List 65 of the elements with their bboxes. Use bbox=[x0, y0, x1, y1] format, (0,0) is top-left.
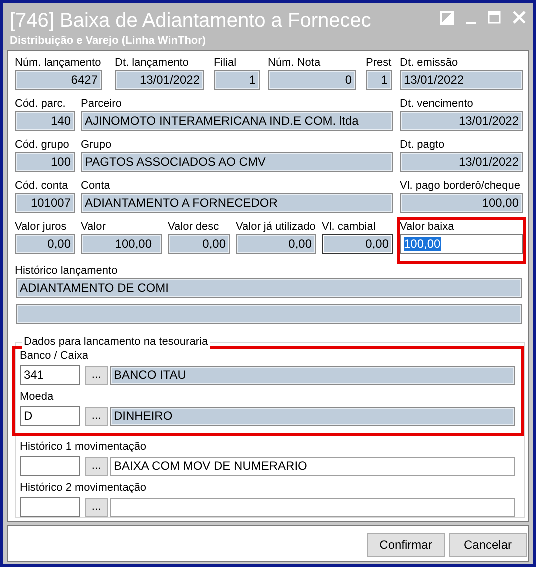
input-field[interactable]: 0 bbox=[268, 70, 356, 90]
field-label: Prest bbox=[366, 56, 392, 70]
input-field[interactable]: 100,00 bbox=[400, 234, 523, 254]
window-title: [746] Baixa de Adiantamento a Fornecec bbox=[10, 9, 372, 33]
input-field[interactable]: 100,00 bbox=[81, 234, 162, 254]
field-label: Dt. pagto bbox=[400, 138, 445, 152]
browse-button[interactable]: ... bbox=[85, 366, 108, 384]
input-field[interactable]: AJINOMOTO INTERAMERICANA IND.E COM. ltda bbox=[81, 111, 393, 131]
browse-button[interactable]: ... bbox=[85, 456, 108, 476]
field-label: Parceiro bbox=[81, 97, 122, 111]
field-label: Núm. lançamento bbox=[15, 56, 102, 70]
input-field[interactable]: PAGTOS ASSOCIADOS AO CMV bbox=[81, 152, 393, 172]
input-field[interactable]: 140 bbox=[15, 111, 75, 131]
group-title: Dados para lancamento na tesouraria bbox=[22, 335, 210, 349]
input-field[interactable]: 13/01/2022 bbox=[400, 70, 523, 90]
input-field[interactable]: 0,00 bbox=[168, 234, 230, 254]
field-label: Cód. conta bbox=[15, 179, 68, 193]
input-field[interactable]: 0,00 bbox=[322, 234, 393, 254]
field-label: Filial bbox=[214, 56, 237, 70]
input-field[interactable]: 0,00 bbox=[236, 234, 316, 254]
close-icon[interactable] bbox=[513, 11, 526, 24]
field-label: Cód. parc. bbox=[15, 97, 66, 111]
window-subtitle: Distribuição e Varejo (Linha WinThor) bbox=[10, 34, 208, 48]
dialog-button[interactable]: Cancelar bbox=[449, 532, 527, 556]
input-field[interactable]: 13/01/2022 bbox=[400, 152, 523, 172]
field-label: Vl. cambial bbox=[322, 220, 376, 234]
field-label: Histórico 2 movimentação bbox=[20, 481, 147, 495]
maximize-icon[interactable] bbox=[488, 11, 501, 24]
field-label: Núm. Nota bbox=[268, 56, 321, 70]
field-label: Valor juros bbox=[15, 220, 67, 234]
field-label: Dt. emissão bbox=[400, 56, 458, 70]
field-label: Dt. vencimento bbox=[400, 97, 474, 111]
field-label: Valor desc bbox=[168, 220, 220, 234]
field-label: Histórico lançamento bbox=[15, 264, 118, 278]
field-label: Grupo bbox=[81, 138, 112, 152]
field-label: Valor bbox=[81, 220, 106, 234]
input-field[interactable]: 100 bbox=[15, 152, 75, 172]
input-field[interactable]: D bbox=[20, 406, 80, 426]
browse-button[interactable]: ... bbox=[85, 406, 108, 426]
field-label: Conta bbox=[81, 179, 110, 193]
input-field[interactable]: 0,00 bbox=[15, 234, 75, 254]
field-label: Moeda bbox=[20, 390, 54, 404]
field-label: Histórico 1 movimentação bbox=[20, 440, 147, 454]
field-label: Vl. pago borderô/cheque bbox=[400, 179, 520, 193]
browse-button[interactable]: ... bbox=[85, 498, 108, 516]
input-field[interactable]: DINHEIRO bbox=[110, 406, 515, 426]
field-label: Valor baixa bbox=[400, 220, 454, 234]
input-field[interactable]: 13/01/2022 bbox=[115, 70, 204, 90]
input-field[interactable]: 1 bbox=[366, 70, 392, 90]
field-label: Banco / Caixa bbox=[20, 349, 88, 363]
input-field[interactable]: 101007 bbox=[15, 193, 75, 213]
half-filled-square-icon[interactable] bbox=[440, 11, 454, 25]
field-label: Cód. grupo bbox=[15, 138, 70, 152]
input-field[interactable]: BAIXA COM MOV DE NUMERARIO bbox=[110, 456, 515, 476]
field-label: Dt. lançamento bbox=[115, 56, 189, 70]
input-field[interactable]: 1 bbox=[214, 70, 260, 90]
input-field[interactable]: 100,00 bbox=[400, 193, 523, 213]
input-field[interactable]: 13/01/2022 bbox=[400, 111, 523, 131]
input-field[interactable]: 6427 bbox=[15, 70, 102, 90]
input-field[interactable]: BANCO ITAU bbox=[110, 366, 515, 384]
dialog-button[interactable]: Confirmar bbox=[367, 532, 445, 556]
field-label: Valor já utilizado bbox=[236, 220, 316, 234]
input-field[interactable]: ADIANTAMENTO DE COMI bbox=[16, 278, 522, 298]
input-field[interactable]: ADIANTAMENTO A FORNECEDOR bbox=[81, 193, 393, 213]
input-field[interactable]: 341 bbox=[20, 365, 80, 385]
